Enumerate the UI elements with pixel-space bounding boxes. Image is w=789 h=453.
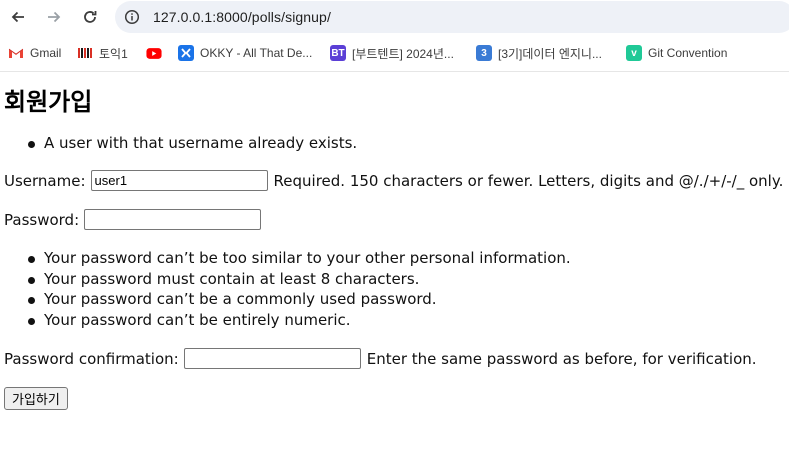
password-help-item: Your password must contain at least 8 ch…	[4, 269, 571, 290]
youtube-icon	[146, 45, 162, 61]
username-input[interactable]	[90, 170, 268, 191]
password-help-list: Your password can’t be too similar to yo…	[4, 248, 571, 330]
forward-arrow-icon[interactable]	[43, 6, 65, 28]
bookmark-gmail[interactable]: Gmail	[8, 44, 61, 62]
site-info-icon[interactable]	[124, 9, 140, 25]
password-row: Password:	[4, 209, 262, 230]
bookmark-git-convention[interactable]: v Git Convention	[626, 44, 727, 62]
gmail-icon	[8, 45, 24, 61]
error-item: A user with that username already exists…	[4, 133, 357, 154]
bookmarks-bar: Gmail 토익1 OKKY - All That De... BT [부트텐트…	[0, 34, 789, 72]
page-title: 회원가입	[4, 88, 93, 116]
bookmark-label: 토익1	[99, 46, 128, 61]
address-bar[interactable]: 127.0.0.1:8000/polls/signup/	[115, 1, 789, 33]
number3-icon: 3	[476, 45, 492, 61]
password-confirm-row: Password confirmation: Enter the same pa…	[4, 348, 757, 369]
url-text: 127.0.0.1:8000/polls/signup/	[153, 9, 331, 25]
browser-toolbar: 127.0.0.1:8000/polls/signup/	[0, 0, 789, 34]
velog-icon: v	[626, 45, 642, 61]
bookmark-label: [3기]데이터 엔지니...	[498, 46, 602, 61]
toeic-icon	[77, 45, 93, 61]
password-label: Password:	[4, 210, 80, 229]
bookmark-okky[interactable]: OKKY - All That De...	[178, 44, 312, 62]
bookmark-label: Git Convention	[648, 46, 728, 60]
bookmark-toeic[interactable]: 토익1	[77, 44, 128, 62]
password-confirm-label: Password confirmation:	[4, 349, 179, 368]
okky-icon	[178, 45, 194, 61]
password-help-item: Your password can’t be entirely numeric.	[4, 310, 571, 331]
bt-icon: BT	[330, 45, 346, 61]
bookmark-label: OKKY - All That De...	[200, 46, 313, 60]
password-confirm-help: Enter the same password as before, for v…	[366, 349, 757, 368]
bookmark-youtube[interactable]	[146, 44, 168, 62]
username-help: Required. 150 characters or fewer. Lette…	[273, 171, 784, 190]
username-row: Username: Required. 150 characters or fe…	[4, 170, 783, 191]
reload-icon[interactable]	[79, 6, 101, 28]
bookmark-data-engineering[interactable]: 3 [3기]데이터 엔지니...	[476, 44, 602, 62]
password-help-item: Your password can’t be too similar to yo…	[4, 248, 571, 269]
bookmark-label: [부트텐트] 2024년...	[352, 46, 454, 61]
error-list: A user with that username already exists…	[4, 133, 357, 154]
bookmark-label: Gmail	[30, 46, 62, 60]
bookmark-bootcamp[interactable]: BT [부트텐트] 2024년...	[330, 44, 454, 62]
password-help-item: Your password can’t be a commonly used p…	[4, 289, 571, 310]
back-arrow-icon[interactable]	[7, 6, 29, 28]
username-label: Username:	[4, 171, 86, 190]
password-input[interactable]	[84, 209, 262, 230]
password-confirm-input[interactable]	[183, 348, 361, 369]
signup-submit-button[interactable]: 가입하기	[4, 387, 68, 410]
